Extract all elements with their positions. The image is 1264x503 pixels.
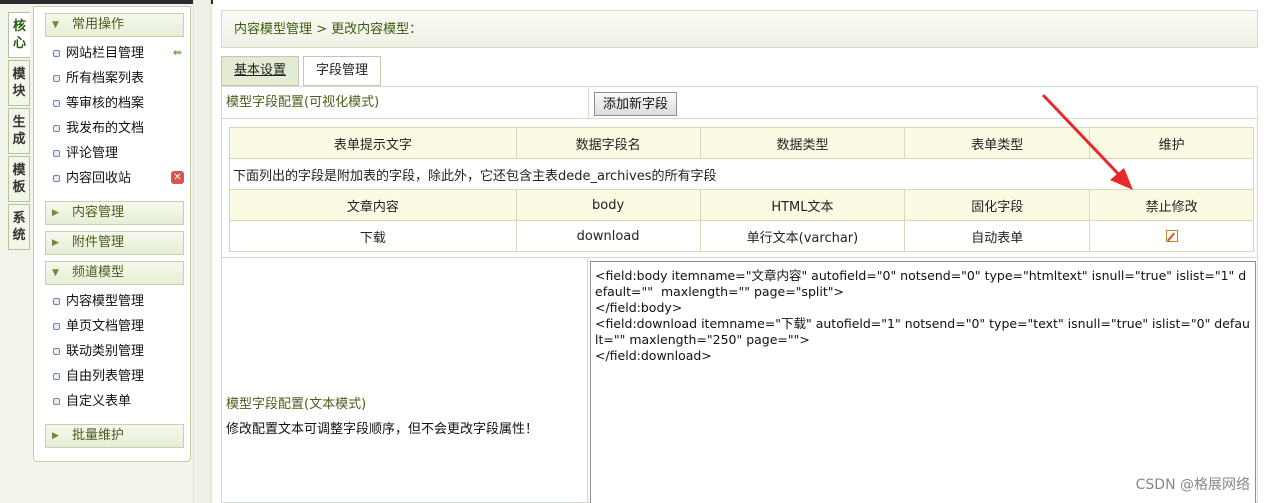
sidebar-section-batch[interactable]: ▶ 批量维护 — [45, 424, 184, 448]
config-line: </field:download> — [595, 348, 712, 363]
vtab-template[interactable]: 模板 — [8, 156, 30, 202]
sidebar-item-all-archives[interactable]: 所有档案列表 — [50, 66, 190, 91]
sidebar-section-common[interactable]: ▼ 常用操作 — [45, 13, 184, 37]
tab-field-manage[interactable]: 字段管理 — [303, 56, 382, 86]
item-label: 所有档案列表 — [66, 71, 145, 86]
table-cell: 下载 — [229, 220, 517, 252]
vtab-module[interactable]: 模块 — [8, 60, 30, 106]
collapsed-arrow-icon: ▶ — [52, 208, 59, 218]
table-cell: HTML文本 — [699, 189, 906, 221]
column-header: 数据字段名 — [515, 127, 701, 159]
tab-bar: 基本设置 字段管理 — [221, 56, 385, 86]
sidebar-section-channel[interactable]: ▼ 频道模型 — [45, 261, 184, 285]
frame-splitter[interactable] — [193, 0, 211, 503]
config-line: <field:download itemname="下载" autofield=… — [595, 316, 1250, 347]
bullet-icon — [53, 373, 60, 380]
item-label: 评论管理 — [66, 146, 119, 161]
section-items: 网站栏目管理 ⇚ 所有档案列表 等审核的档案 我发布的文档 评论管理 内容回收站 ✕ — [34, 37, 190, 195]
table-cell: 文章内容 — [229, 189, 517, 221]
item-label: 自定义表单 — [66, 394, 132, 409]
sidebar-item-linkage[interactable]: 联动类别管理 — [50, 339, 190, 364]
bullet-icon — [53, 348, 60, 355]
bullet-icon — [53, 323, 60, 330]
divider — [588, 87, 589, 119]
item-label: 网站栏目管理 — [66, 46, 145, 61]
sidebar-item-recycle[interactable]: 内容回收站 ✕ — [50, 166, 190, 191]
text-config-label: 模型字段配置(文本模式) — [226, 397, 367, 412]
sidebar-section-attachments[interactable]: ▶ 附件管理 — [45, 231, 184, 255]
sidebar-item-free-list[interactable]: 自由列表管理 — [50, 364, 190, 389]
section-title: 频道模型 — [72, 265, 125, 280]
sidebar-section-content[interactable]: ▶ 内容管理 — [45, 201, 184, 225]
table-cell: body — [515, 189, 701, 221]
text-config-note: 修改配置文本可调整字段顺序，但不会更改字段属性！ — [226, 422, 539, 437]
table-row: 下载 download 单行文本(varchar) 自动表单 — [229, 220, 1254, 252]
vtab-generate[interactable]: 生成 — [8, 108, 30, 154]
section-title: 常用操作 — [72, 17, 125, 32]
vtab-system[interactable]: 系统 — [8, 204, 30, 250]
bullet-icon — [53, 398, 60, 405]
item-label: 单页文档管理 — [66, 319, 145, 334]
tab-basic-settings[interactable]: 基本设置 — [221, 56, 300, 86]
config-line: <field:body itemname="文章内容" autofield="0… — [595, 268, 1247, 299]
field-config-textarea[interactable]: <field:body itemname="文章内容" autofield="0… — [590, 261, 1256, 503]
section-title: 内容管理 — [72, 205, 125, 220]
table-cell: download — [515, 220, 701, 252]
edit-icon[interactable] — [1165, 230, 1178, 242]
sidebar-item-comments[interactable]: 评论管理 — [50, 141, 190, 166]
annotation-arrow-icon — [1042, 94, 1133, 190]
item-label: 联动类别管理 — [66, 344, 145, 359]
main-area: 内容模型管理 > 更改内容模型： 基本设置 字段管理 模型字段配置(可视化模式) … — [213, 0, 1264, 503]
add-field-button[interactable]: 添加新字段 — [594, 92, 678, 116]
column-header: 表单提示文字 — [229, 127, 517, 159]
watermark: CSDN @格展网络 — [1135, 477, 1250, 493]
bullet-icon — [53, 298, 60, 305]
collapsed-arrow-icon: ▶ — [52, 431, 59, 441]
sidebar-item-content-model[interactable]: 内容模型管理 — [50, 289, 190, 314]
bullet-icon — [53, 100, 60, 107]
text-config-label-cell: 模型字段配置(文本模式) 修改配置文本可调整字段顺序，但不会更改字段属性！ — [222, 258, 588, 503]
sidebar-item-single-page[interactable]: 单页文档管理 — [50, 314, 190, 339]
section-items: 内容模型管理 单页文档管理 联动类别管理 自由列表管理 自定义表单 — [34, 285, 190, 418]
section-title: 附件管理 — [72, 235, 125, 250]
item-label: 我发布的文档 — [66, 121, 145, 136]
sidebar-item-custom-form[interactable]: 自定义表单 — [50, 389, 190, 414]
table-cell-actions — [1089, 220, 1254, 252]
collapsed-arrow-icon: ▶ — [52, 238, 59, 248]
bullet-icon — [53, 75, 60, 82]
add-icon[interactable]: ⇚ — [171, 46, 184, 59]
bullet-icon — [53, 175, 60, 182]
bullet-icon — [53, 50, 60, 57]
table-cell: 自动表单 — [904, 220, 1091, 252]
column-header: 数据类型 — [699, 127, 906, 159]
item-label: 内容模型管理 — [66, 294, 145, 309]
sidebar-item-my-docs[interactable]: 我发布的文档 — [50, 116, 190, 141]
expanded-arrow-icon: ▼ — [52, 268, 59, 278]
item-label: 内容回收站 — [66, 171, 132, 186]
expanded-arrow-icon: ▼ — [52, 20, 59, 30]
vertical-tabs: 核心 模块 生成 模板 系统 — [8, 12, 30, 252]
bullet-icon — [53, 150, 60, 157]
visual-config-label: 模型字段配置(可视化模式) — [226, 95, 380, 110]
sidebar-item-column-manage[interactable]: 网站栏目管理 ⇚ — [50, 41, 190, 66]
item-label: 等审核的档案 — [66, 96, 145, 111]
sidebar: ▼ 常用操作 网站栏目管理 ⇚ 所有档案列表 等审核的档案 我发布的文档 评论管理… — [33, 6, 191, 462]
sidebar-item-pending[interactable]: 等审核的档案 — [50, 91, 190, 116]
item-label: 自由列表管理 — [66, 369, 145, 384]
table-cell: 单行文本(varchar) — [699, 220, 906, 252]
section-title: 批量维护 — [72, 428, 125, 443]
delete-icon[interactable]: ✕ — [171, 171, 184, 184]
config-line: </field:body> — [595, 300, 683, 315]
vtab-core[interactable]: 核心 — [8, 12, 30, 58]
breadcrumb: 内容模型管理 > 更改内容模型： — [221, 10, 1258, 48]
bullet-icon — [53, 125, 60, 132]
